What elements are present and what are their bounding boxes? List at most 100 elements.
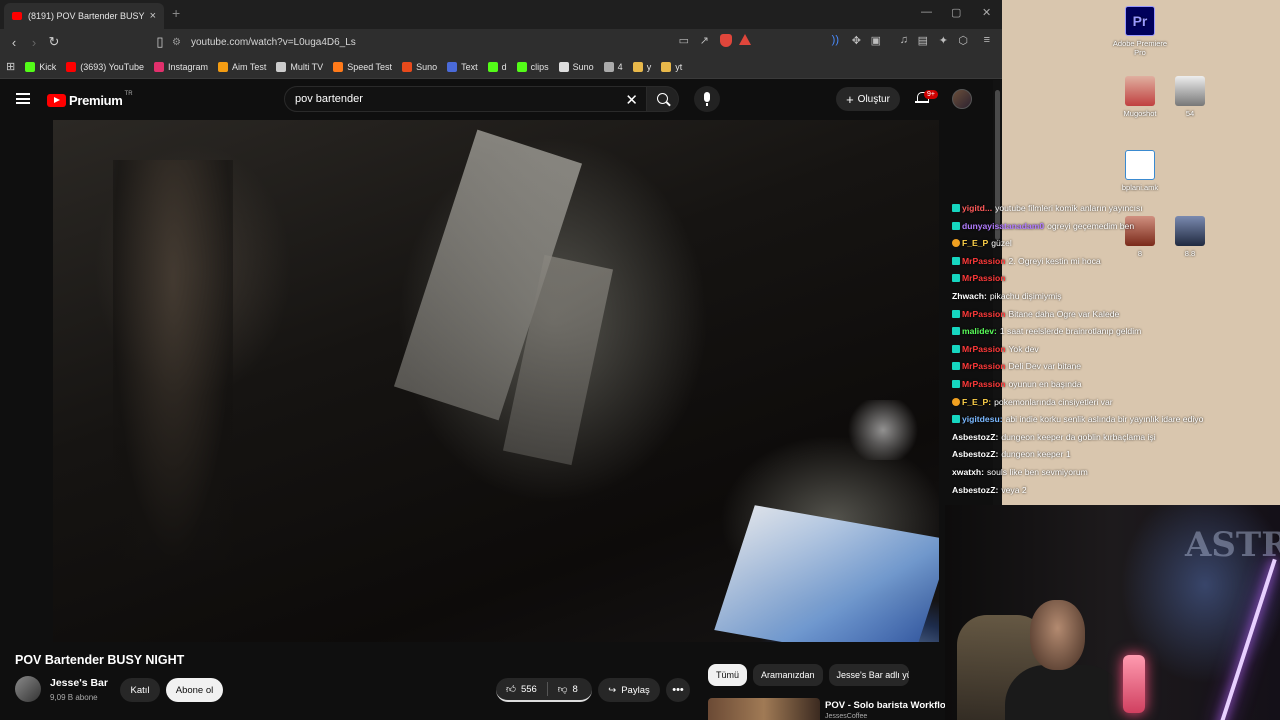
chat-badge-icon xyxy=(952,344,960,353)
chat-username: MrPassion xyxy=(962,343,1006,354)
dislike-button[interactable]: 👎︎ 8 xyxy=(548,678,588,700)
menu-icon[interactable]: ≡ xyxy=(984,34,990,46)
cast-icon[interactable]: ▭ xyxy=(679,34,689,47)
chat-badge-icon xyxy=(952,256,960,265)
back-icon[interactable]: ‹ xyxy=(4,35,24,50)
channel-avatar[interactable] xyxy=(15,676,41,702)
desktop-icon-label: Adobe Premiere Pro xyxy=(1112,39,1168,57)
share-page-icon[interactable]: ↗ xyxy=(700,34,709,47)
bookmarks-bar: ⊞ Kick (3693) YouTube Instagram Aim Test… xyxy=(0,55,1002,79)
audio-playing-icon[interactable]: )) xyxy=(832,34,839,46)
clips-icon xyxy=(516,61,527,72)
chat-message: xwatxh: souls like ben sevmiyorum xyxy=(952,464,1252,482)
bookmark-folder-yt[interactable]: yt xyxy=(661,61,682,72)
bookmark-multi-tv[interactable]: Multi TV xyxy=(276,61,323,72)
video-frame-person xyxy=(113,160,233,560)
bookmark-text[interactable]: Text xyxy=(447,61,478,72)
chat-badge-icon xyxy=(952,327,960,336)
account-avatar[interactable] xyxy=(952,89,972,109)
like-button[interactable]: 👍︎ 556 xyxy=(496,678,547,700)
watch-image-icon xyxy=(1175,76,1205,106)
bookmark-youtube[interactable]: (3693) YouTube xyxy=(66,61,144,72)
chat-text: Yok dev xyxy=(1008,343,1039,354)
chip-all[interactable]: Tümü xyxy=(708,664,748,686)
create-button[interactable]: + Oluştur xyxy=(836,87,900,111)
chat-message: AsbestozZ: dungeon keeper 1 xyxy=(952,446,1252,464)
search-input[interactable]: pov bartender ✕ xyxy=(284,86,647,112)
sidebar-icon[interactable]: ▣ xyxy=(871,34,881,47)
desktop-icon-bplani[interactable]: bplani.amk xyxy=(1110,150,1170,192)
hamburger-menu-icon[interactable] xyxy=(16,93,30,104)
like-dislike-group: 👍︎ 556 👎︎ 8 xyxy=(496,678,592,702)
vpn-icon[interactable]: ⬡ xyxy=(958,34,968,47)
maximize-icon[interactable]: ▢ xyxy=(951,6,961,19)
chat-message: F_E_P güzel xyxy=(952,235,1252,253)
chat-message: MrPassion Bitane daha Ogre var Kalede xyxy=(952,306,1252,324)
address-bar: ‹ › ↻ ▯ ⚙ youtube.com/watch?v=L0uga4D6_L… xyxy=(0,29,1002,55)
leo-ai-icon[interactable]: ✦ xyxy=(939,34,948,47)
text-icon xyxy=(447,61,458,72)
brave-shield-icon[interactable] xyxy=(720,34,732,47)
chat-message: F_E_P: pokemonlarında cinsiyetleri var xyxy=(952,394,1252,412)
chat-username: yigitdesu: xyxy=(962,414,1003,425)
share-button[interactable]: ↪ Paylaş xyxy=(598,678,660,702)
chip-uploader[interactable]: Jesse's Bar adlı yükleyici xyxy=(828,664,909,686)
more-actions-icon[interactable]: ••• xyxy=(666,678,690,702)
chat-text: Bitane daha Ogre var Kalede xyxy=(1008,308,1120,319)
join-button[interactable]: Katıl xyxy=(120,678,160,702)
clear-search-icon[interactable]: ✕ xyxy=(625,91,638,109)
share-arrow-icon: ↪ xyxy=(608,684,617,696)
search-button[interactable] xyxy=(647,86,679,112)
photo-icon xyxy=(1125,76,1155,106)
tab-close-icon[interactable]: × xyxy=(150,10,156,22)
chat-message: MrPassion Yok dev xyxy=(952,341,1252,359)
subscribe-button[interactable]: Abone ol xyxy=(166,678,223,702)
bookmark-page-icon[interactable]: ▯ xyxy=(150,34,170,50)
plus-icon: + xyxy=(846,91,854,107)
chip-from-search[interactable]: Aramanızdan xyxy=(753,664,823,686)
bookmark-suno[interactable]: Suno xyxy=(402,61,437,72)
brave-rewards-icon[interactable] xyxy=(739,34,751,45)
chat-username: MrPassion xyxy=(962,255,1006,266)
instagram-icon xyxy=(153,61,164,72)
media-icon[interactable]: ♫ xyxy=(900,34,908,46)
site-info-icon[interactable]: ⚙ xyxy=(172,37,181,48)
bookmark-kick[interactable]: Kick xyxy=(25,61,56,72)
tab-youtube[interactable]: (8191) POV Bartender BUSY NIGHT × xyxy=(4,3,164,29)
recommended-video-title[interactable]: POV - Solo barista Workflow xyxy=(825,700,953,711)
bookmark-d[interactable]: d xyxy=(487,61,507,72)
chat-badge-gold-icon xyxy=(952,239,960,248)
bookmark-instagram[interactable]: Instagram xyxy=(153,61,208,72)
forward-icon[interactable]: › xyxy=(24,35,44,50)
bookmark-folder-y[interactable]: y xyxy=(632,61,651,72)
extensions-icon[interactable]: ✥ xyxy=(852,34,861,47)
new-tab-button[interactable]: + xyxy=(172,5,180,21)
desktop-icon-premiere[interactable]: Pr Adobe Premiere Pro xyxy=(1110,6,1170,57)
video-frame-glasses xyxy=(843,400,923,460)
video-player[interactable] xyxy=(53,120,939,642)
bookmark-4[interactable]: 4 xyxy=(603,61,623,72)
chat-message: MrPassion Deli Dev var bitane xyxy=(952,358,1252,376)
webcam-streamer-face xyxy=(1030,600,1085,670)
url-text: youtube.com/watch?v=L0uga4D6_Ls xyxy=(190,36,356,48)
reload-icon[interactable]: ↻ xyxy=(44,34,64,50)
youtube-header: Premium TR pov bartender ✕ + Oluştur 9+ xyxy=(0,80,990,120)
bookmark-speed-test[interactable]: Speed Test xyxy=(333,61,392,72)
minimize-icon[interactable]: — xyxy=(921,6,932,18)
bookmark-suno-2[interactable]: Suno xyxy=(558,61,594,72)
like-count: 556 xyxy=(520,683,537,695)
apps-grid-icon[interactable]: ⊞ xyxy=(6,60,15,73)
channel-name[interactable]: Jesse's Bar xyxy=(50,677,108,689)
youtube-premium-logo[interactable]: Premium TR xyxy=(47,91,133,108)
chat-message: yigitd... youtube filmleri komik anların … xyxy=(952,200,1252,218)
wallet-icon[interactable]: ▤ xyxy=(918,34,928,47)
bookmark-clips[interactable]: clips xyxy=(516,61,549,72)
bookmark-aim-test[interactable]: Aim Test xyxy=(218,61,266,72)
recommended-video-thumbnail[interactable] xyxy=(708,698,820,720)
desktop-icon-54[interactable]: 54 xyxy=(1160,76,1220,118)
chat-username: F_E_P: xyxy=(962,396,992,407)
close-window-icon[interactable]: ✕ xyxy=(982,6,991,19)
voice-search-icon[interactable] xyxy=(694,86,720,112)
recommended-video-channel: JessesCoffee xyxy=(825,713,868,720)
youtube-play-icon xyxy=(47,94,66,107)
